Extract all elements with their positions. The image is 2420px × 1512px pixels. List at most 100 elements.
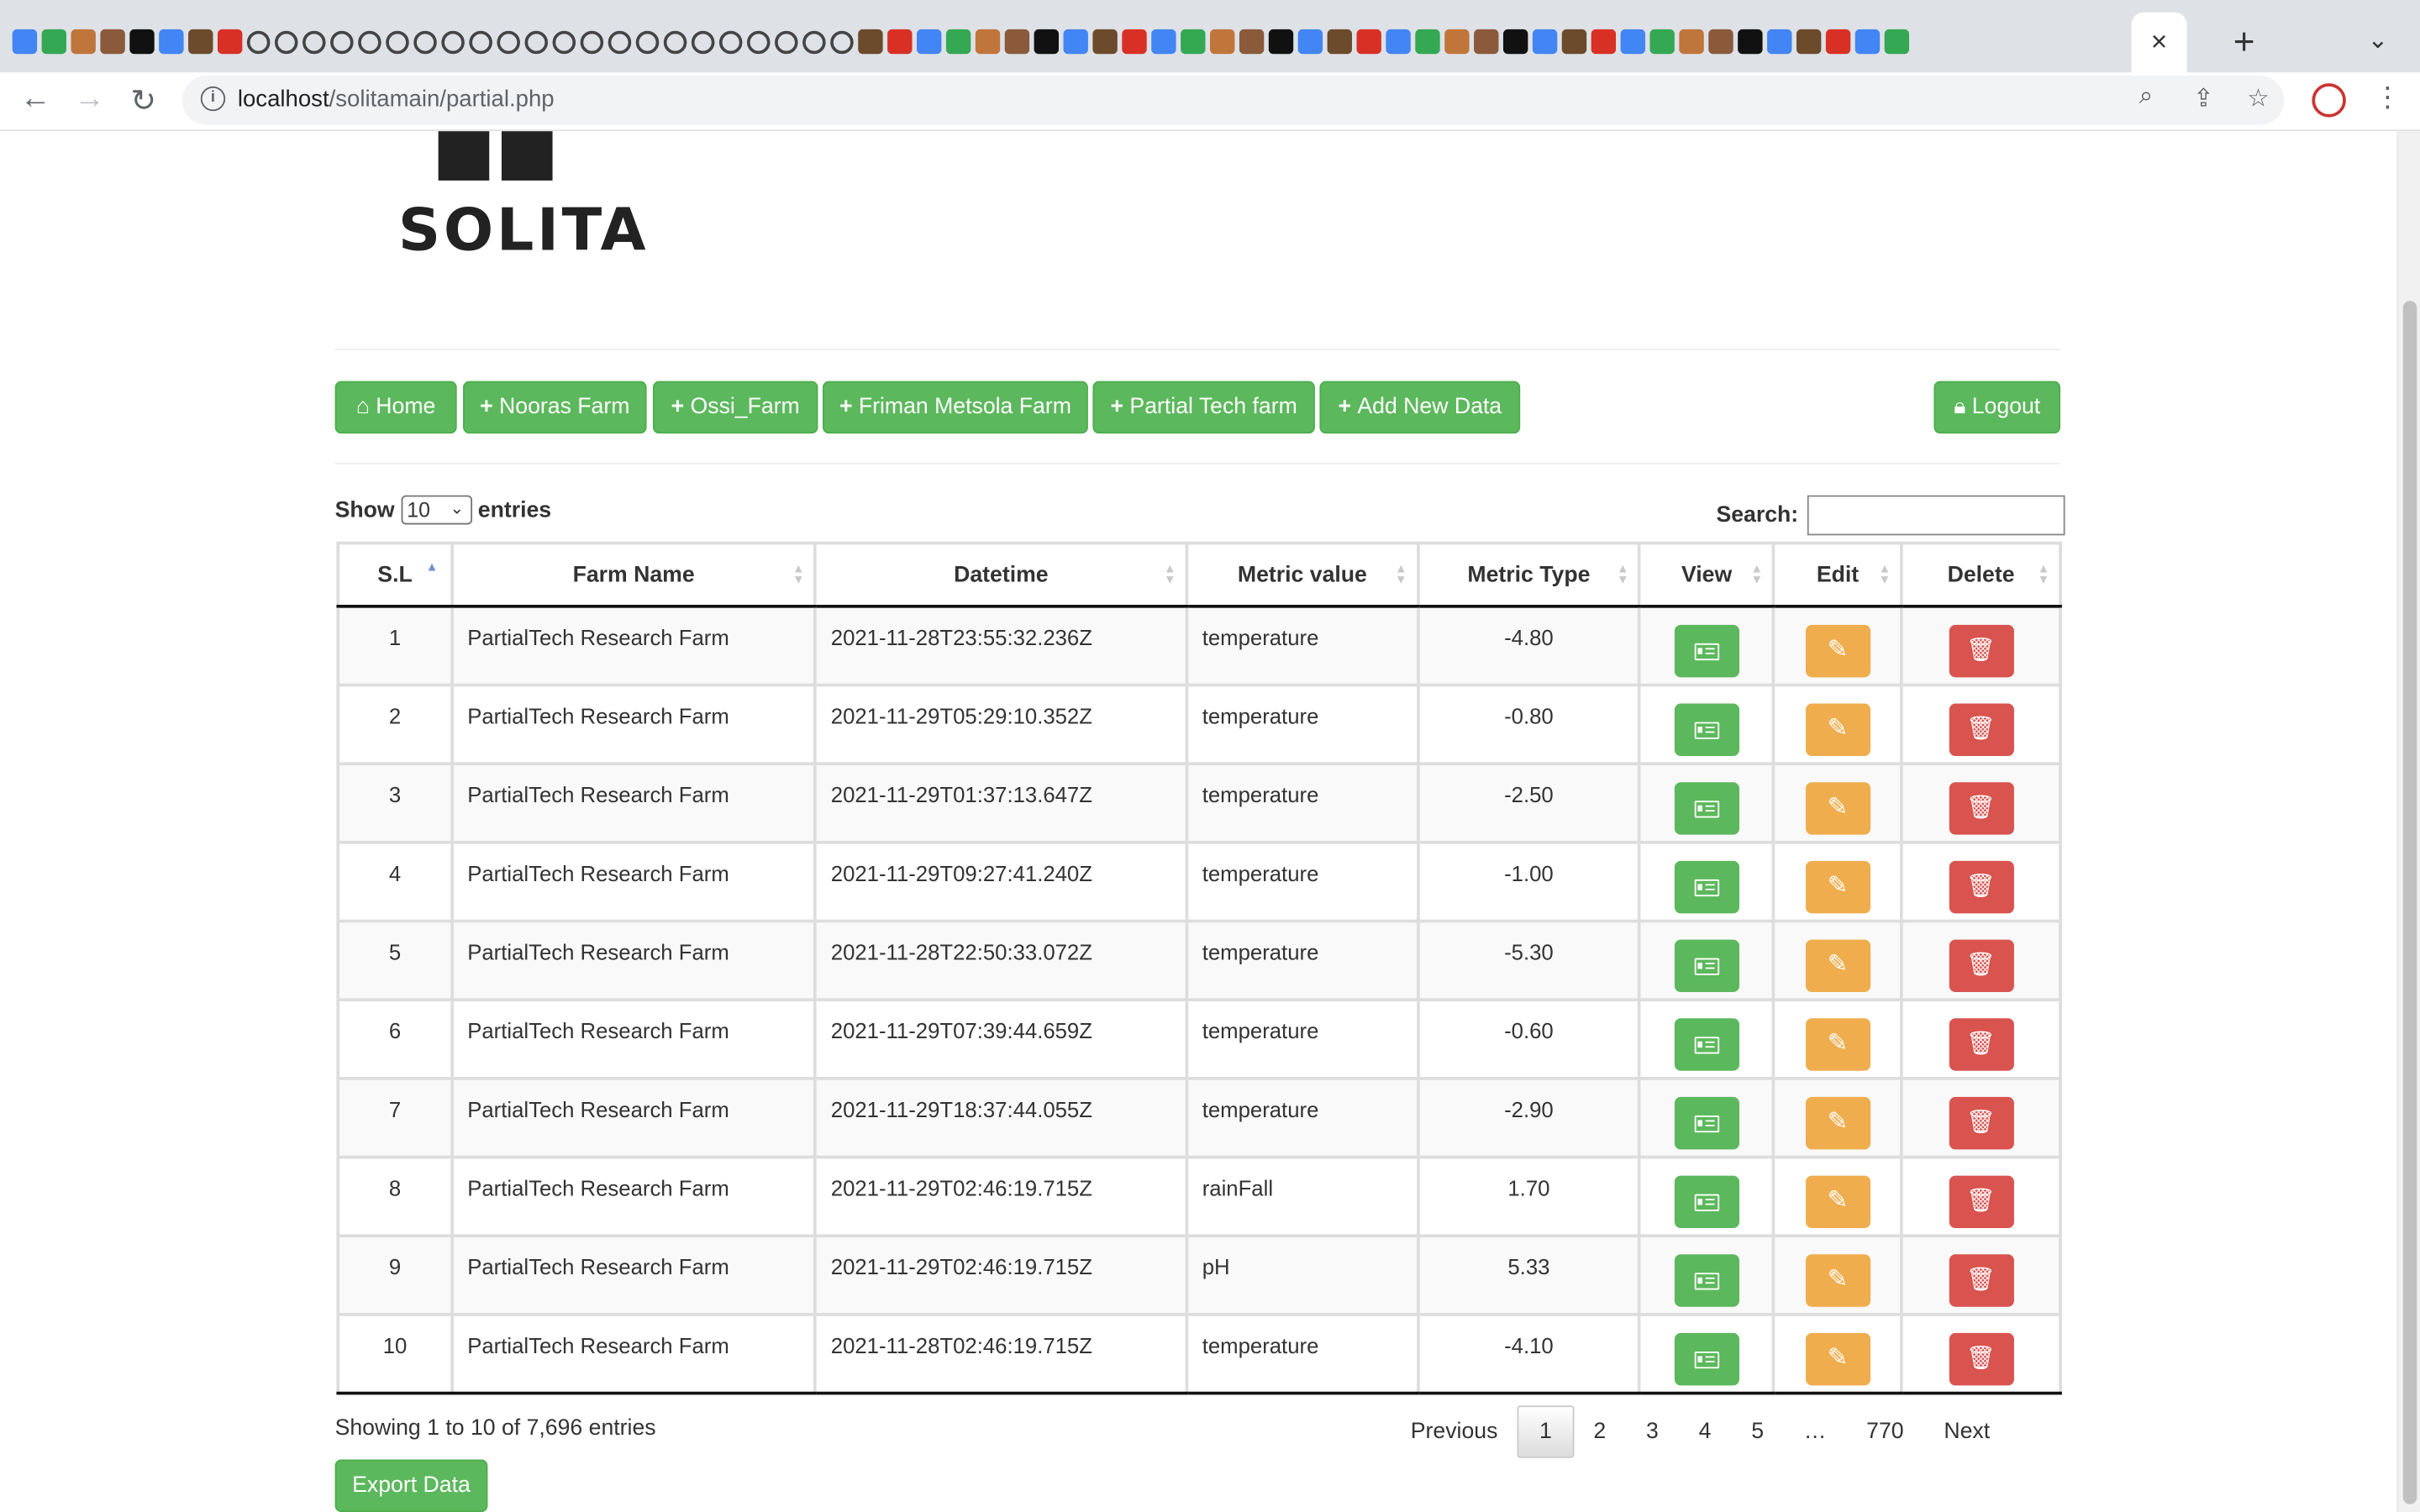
tab-favicon-icon[interactable] — [775, 29, 798, 54]
tab-favicon-icon[interactable] — [1386, 29, 1411, 55]
tab-favicon-icon[interactable] — [1679, 29, 1704, 55]
address-url[interactable]: localhost/solitamain/partial.php — [238, 87, 555, 113]
tab-favicon-icon[interactable] — [413, 29, 437, 54]
address-bar[interactable]: i localhost/solitamain/partial.php ⌕ ⇪ ☆ — [182, 75, 2285, 125]
new-tab-button[interactable]: + — [2233, 22, 2255, 65]
tab-favicon-icon[interactable] — [1738, 29, 1763, 55]
tab-favicon-icon[interactable] — [302, 29, 326, 54]
tab-favicon-icon[interactable] — [1034, 29, 1059, 55]
tab-favicon-icon[interactable] — [497, 29, 520, 54]
view-button[interactable] — [1674, 1018, 1739, 1071]
tab-favicon-icon[interactable] — [945, 29, 971, 55]
tab-favicon-icon[interactable] — [246, 29, 271, 54]
tab-favicon-icon[interactable] — [718, 29, 743, 54]
tab-favicon-icon[interactable] — [1297, 29, 1323, 55]
tab-favicon-icon[interactable] — [188, 29, 213, 55]
tab-favicon-icon[interactable] — [691, 29, 715, 54]
tab-favicon-icon[interactable] — [1122, 29, 1147, 55]
view-button[interactable] — [1674, 624, 1739, 678]
tab-favicon-icon[interactable] — [1444, 29, 1470, 55]
tab-favicon-icon[interactable] — [1854, 29, 1881, 55]
column-header[interactable]: Farm Name ▲ ▼ — [450, 541, 818, 608]
delete-button[interactable]: 🗑︎ — [1948, 1175, 2014, 1229]
page-button[interactable]: 1 — [1518, 1405, 1574, 1458]
page-button[interactable]: 5 — [1731, 1405, 1784, 1457]
page-length-select[interactable]: 10 ⌄ — [400, 495, 472, 525]
tab-favicon-icon[interactable] — [635, 29, 660, 54]
tab-favicon-icon[interactable] — [580, 29, 604, 54]
view-button[interactable] — [1674, 860, 1739, 914]
delete-button[interactable]: 🗑︎ — [1948, 860, 2014, 914]
column-header[interactable]: Edit ▲ ▼ — [1772, 541, 1903, 608]
tab-favicon-icon[interactable] — [1063, 29, 1088, 55]
tab-favicon-icon[interactable] — [1708, 29, 1733, 55]
tab-favicon-icon[interactable] — [1092, 29, 1118, 55]
tab-favicon-icon[interactable] — [887, 29, 913, 55]
edit-button[interactable]: ✎ — [1805, 1254, 1870, 1307]
previous-page-button[interactable]: Previous — [1391, 1405, 1518, 1457]
zoom-icon[interactable]: ⌕ — [2139, 83, 2153, 111]
tab-favicon-icon[interactable] — [41, 29, 66, 55]
tab-favicon-icon[interactable] — [1356, 29, 1381, 55]
delete-button[interactable]: 🗑︎ — [1948, 703, 2014, 756]
scrollbar-thumb[interactable] — [2402, 301, 2417, 1504]
page-button[interactable]: 770 — [1846, 1405, 1923, 1457]
tab-favicon-icon[interactable] — [858, 29, 883, 55]
page-button[interactable]: 2 — [1574, 1405, 1627, 1457]
tab-favicon-icon[interactable] — [71, 29, 96, 55]
tab-favicon-icon[interactable] — [1415, 29, 1440, 55]
edit-button[interactable]: ✎ — [1805, 1018, 1870, 1071]
forward-arrow-icon[interactable]: → — [70, 81, 110, 117]
edit-button[interactable]: ✎ — [1805, 860, 1870, 914]
tab-favicon-icon[interactable] — [1181, 29, 1206, 55]
tab-favicon-icon[interactable] — [1561, 29, 1587, 55]
page-button[interactable]: 3 — [1626, 1405, 1679, 1457]
friman-metsola-farm-button[interactable]: + Friman Metsola Farm — [822, 381, 1088, 434]
active-tab[interactable]: × — [2131, 12, 2187, 73]
back-arrow-icon[interactable]: ← — [15, 81, 55, 117]
export-data-button[interactable]: Export Data — [334, 1459, 488, 1512]
view-button[interactable] — [1674, 1096, 1739, 1150]
tab-favicon-icon[interactable] — [159, 29, 184, 55]
tab-favicon-icon[interactable] — [663, 29, 687, 54]
delete-button[interactable]: 🗑︎ — [1948, 1332, 2014, 1386]
tab-favicon-icon[interactable] — [608, 29, 632, 54]
tab-favicon-icon[interactable] — [1649, 29, 1675, 55]
partial-tech-farm-button[interactable]: + Partial Tech farm — [1092, 381, 1315, 434]
page-button[interactable]: 4 — [1679, 1405, 1732, 1457]
view-button[interactable] — [1674, 1175, 1739, 1229]
edit-button[interactable]: ✎ — [1805, 782, 1870, 835]
edit-button[interactable]: ✎ — [1805, 939, 1870, 993]
tab-favicon-icon[interactable] — [12, 29, 38, 55]
tab-favicon-icon[interactable] — [1532, 29, 1558, 55]
tab-favicon-icon[interactable] — [802, 29, 826, 54]
tab-favicon-icon[interactable] — [1004, 29, 1030, 55]
tab-favicon-icon[interactable] — [552, 29, 576, 54]
tab-favicon-icon[interactable] — [100, 29, 125, 55]
tab-favicon-icon[interactable] — [1825, 29, 1851, 55]
page-scrollbar[interactable] — [2396, 131, 2420, 1512]
tab-favicons[interactable] — [12, 24, 1910, 58]
tab-favicon-icon[interactable] — [217, 29, 243, 55]
tab-favicon-icon[interactable] — [1209, 29, 1235, 55]
tab-favicon-icon[interactable] — [469, 29, 492, 54]
column-header[interactable]: View ▲ ▼ — [1638, 541, 1776, 608]
extension-avatar-icon[interactable] — [2312, 83, 2346, 118]
reload-icon[interactable]: ↻ — [124, 81, 164, 120]
column-header[interactable]: Metric Type ▲ ▼ — [1416, 541, 1642, 608]
tab-favicon-icon[interactable] — [1151, 29, 1176, 55]
view-button[interactable] — [1674, 1332, 1739, 1386]
tab-favicon-icon[interactable] — [358, 29, 381, 54]
tab-search-chevron-icon[interactable]: ⌄ — [2368, 24, 2389, 55]
tab-favicon-icon[interactable] — [330, 29, 354, 54]
tab-favicon-icon[interactable] — [129, 29, 155, 55]
delete-button[interactable]: 🗑︎ — [1948, 939, 2014, 993]
tab-close-icon[interactable]: × — [2151, 26, 2167, 59]
edit-button[interactable]: ✎ — [1805, 1175, 1870, 1229]
home-button[interactable]: ⌂ Home — [334, 381, 457, 434]
tab-favicon-icon[interactable] — [386, 29, 409, 54]
edit-button[interactable]: ✎ — [1805, 1332, 1870, 1386]
edit-button[interactable]: ✎ — [1805, 1096, 1870, 1150]
tab-favicon-icon[interactable] — [975, 29, 1001, 55]
tab-favicon-icon[interactable] — [1884, 29, 1910, 55]
